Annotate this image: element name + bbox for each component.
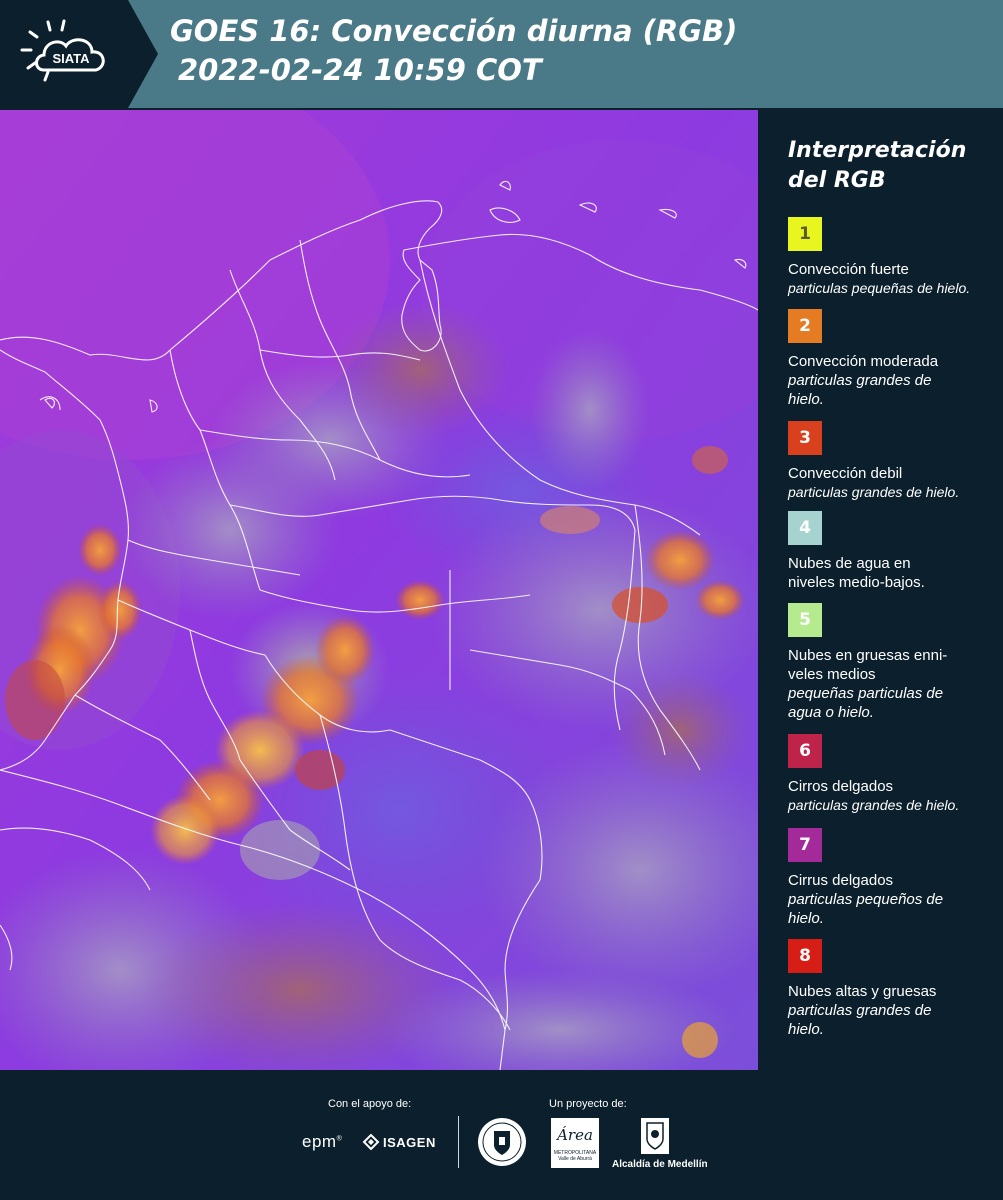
legend-swatch: 2 (788, 309, 822, 343)
rgb-legend: Interpretación del RGB 1 Convección fuer… (758, 110, 1003, 1070)
legend-item-title: Convección fuerte (788, 261, 909, 278)
legend-item-desc: particulas pequeñas de hielo. (788, 280, 971, 296)
legend-item: 8 Nubes altas y gruesas particulas grand… (788, 939, 1003, 1039)
footer-divider (458, 1116, 459, 1168)
legend-swatch: 3 (788, 421, 822, 455)
legend-item-title: Convección moderada (788, 353, 939, 370)
page-timestamp: 2022-02-24 10:59 COT (178, 53, 542, 87)
legend-item: 2 Convección moderada particulas grandes… (788, 309, 1003, 409)
legend-item-desc: particulas grandes de hielo. (788, 484, 960, 500)
legend-item-title: Nubes de agua en niveles medio-bajos. (788, 555, 925, 591)
legend-title: Interpretación del RGB (788, 136, 966, 196)
legend-item: 1 Convección fuerte particulas pequeñas … (788, 217, 1003, 298)
legend-item-desc: particulas grandes de hielo. (788, 797, 960, 813)
legend-item: 3 Convección debil particulas grandes de… (788, 421, 1003, 502)
epm-logo-text: epm (302, 1132, 337, 1151)
legend-item-desc: particulas grandes de hielo. (788, 1002, 932, 1038)
project-label: Un proyecto de: (549, 1098, 627, 1110)
legend-item: 5 Nubes en gruesas enni-veles medios peq… (788, 603, 1003, 722)
alcaldia-label: Alcaldía de Medellín (612, 1159, 708, 1170)
shield-icon (641, 1118, 669, 1154)
medellin-seal-logo (477, 1117, 527, 1172)
legend-item-desc: particulas grandes de hielo. (788, 372, 932, 408)
legend-item-title: Cirros delgados (788, 778, 894, 795)
header-bar: SIATA GOES 16: Convección diurna (RGB) 2… (0, 0, 1003, 108)
area-logo-line2: Valle de Aburrá (558, 1156, 592, 1162)
seal-icon (478, 1118, 526, 1166)
isagen-icon (362, 1134, 380, 1150)
legend-title-line-2: del RGB (788, 168, 886, 193)
logo-text: SIATA (52, 51, 90, 66)
support-label: Con el apoyo de: (328, 1098, 412, 1110)
legend-swatch: 1 (788, 217, 822, 251)
legend-swatch: 5 (788, 603, 822, 637)
legend-item-title: Nubes altas y gruesas (788, 983, 937, 1000)
isagen-logo-text: ISAGEN (383, 1134, 436, 1150)
alcaldia-shield-logo (640, 1117, 670, 1160)
legend-item-title: Nubes en gruesas enni-veles medios (788, 647, 948, 683)
legend-swatch: 8 (788, 939, 822, 973)
legend-swatch: 7 (788, 828, 822, 862)
footer: Con el apoyo de: Un proyecto de: epm® IS… (0, 1070, 1003, 1200)
legend-item-title: Cirrus delgados (788, 872, 894, 889)
legend-item: 6 Cirros delgados particulas grandes de … (788, 734, 1003, 815)
legend-item: 4 Nubes de agua en niveles medio-bajos. (788, 511, 1003, 592)
legend-item-title: Convección debil (788, 465, 903, 482)
satellite-map (0, 110, 758, 1070)
legend-item: 7 Cirrus delgados particulas pequeños de… (788, 828, 1003, 928)
legend-item-desc: pequeñas particulas de agua o hielo. (788, 685, 944, 721)
page-title: GOES 16: Convección diurna (RGB) (170, 14, 738, 48)
epm-logo: epm® (302, 1132, 343, 1151)
satellite-image (0, 110, 758, 1070)
siata-logo: SIATA (0, 0, 158, 108)
legend-swatch: 6 (788, 734, 822, 768)
area-metropolitana-logo: Área METROPOLITANA Valle de Aburrá (551, 1118, 599, 1168)
area-logo-name: Área (557, 1126, 593, 1144)
legend-item-desc: particulas pequeños de hielo. (788, 891, 944, 927)
legend-title-line-1: Interpretación (788, 138, 967, 163)
legend-swatch: 4 (788, 511, 822, 545)
isagen-logo: ISAGEN (362, 1134, 436, 1150)
